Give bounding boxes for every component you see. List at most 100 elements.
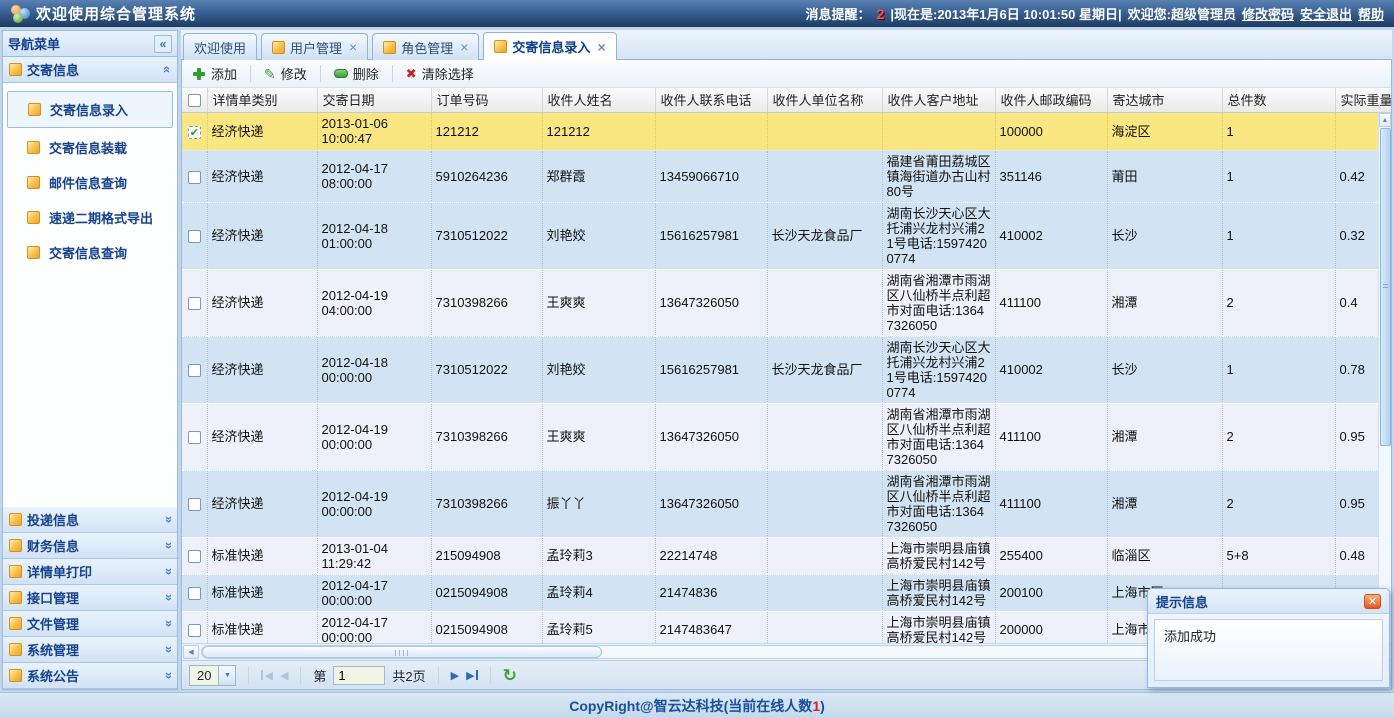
grid-cell: 15616257981 [655,336,767,403]
sidebar-section-waybill-print[interactable]: 详情单打印« [3,559,177,585]
clear-selection-button[interactable]: ✖清除选择 [400,62,480,85]
scroll-up-icon[interactable]: ▲ [1379,113,1391,127]
grid-row[interactable]: 经济快递2012-04-18 01:00:007310512022刘艳姣1561… [182,202,1391,269]
vertical-scrollbar[interactable]: ▲ [1378,113,1391,643]
row-checkbox[interactable] [188,498,201,511]
sidebar-item-shipment-query[interactable]: 交寄信息查询 [3,235,177,270]
select-all-checkbox[interactable] [188,94,201,107]
grid-cell: 刘艳姣 [542,336,655,403]
sidebar-item-label: 交寄信息装载 [49,138,127,157]
grid-cell [182,112,207,150]
scroll-left-icon[interactable]: ◀ [183,645,199,659]
help-link[interactable]: 帮助 [1358,4,1384,23]
data-grid: 详情单类别交寄日期订单号码收件人姓名收件人联系电话收件人单位名称收件人客户地址收… [182,88,1391,643]
grid-row[interactable]: 经济快递2012-04-17 08:00:005910264236郑群霞1345… [182,150,1391,202]
logout-link[interactable]: 安全退出 [1300,4,1352,23]
grid-cell: 孟玲莉5 [542,611,655,643]
sidebar-item-mail-info-query[interactable]: 邮件信息查询 [3,165,177,200]
grid-row[interactable]: 经济快递2012-04-19 04:00:007310398266王爽爽1364… [182,269,1391,336]
grid-header-cell[interactable]: 详情单类别 [207,88,317,112]
tab-user-management[interactable]: 用户管理× [261,33,368,60]
grid-row[interactable]: 经济快递2012-04-18 00:00:007310512022刘艳姣1561… [182,336,1391,403]
vertical-scrollbar-thumb[interactable] [1380,128,1391,446]
page-number-input[interactable] [333,666,385,685]
change-password-link[interactable]: 修改密码 [1242,4,1294,23]
chevron-down-icon[interactable]: « [160,620,175,627]
tab-welcome[interactable]: 欢迎使用 [183,33,257,60]
grid-row[interactable]: 标准快递2013-01-04 11:29:42215094908孟玲莉32221… [182,537,1391,574]
grid-cell: 标准快递 [207,574,317,611]
grid-header-cell[interactable]: 交寄日期 [317,88,431,112]
grid-cell: 孟玲莉3 [542,537,655,574]
grid-cell [655,112,767,150]
grid-header-cell[interactable]: 收件人邮政编码 [995,88,1107,112]
chevron-down-icon[interactable]: « [160,516,175,523]
row-checkbox[interactable] [188,587,201,600]
row-checkbox[interactable] [188,624,201,637]
grid-row[interactable]: 经济快递2012-04-19 00:00:007310398266王爽爽1364… [182,403,1391,470]
delete-button[interactable]: 删除 [328,62,385,85]
add-button[interactable]: 添加 [186,62,243,85]
chevron-down-icon[interactable]: « [160,672,175,679]
message-count-badge[interactable]: 2 [877,6,885,22]
edit-button[interactable]: ✎修改 [258,62,313,85]
sidebar-section-system-mgmt[interactable]: 系统管理« [3,637,177,663]
grid-row[interactable]: 经济快递2013-01-06 10:00:4712121212121210000… [182,112,1391,150]
chevron-down-icon[interactable]: « [160,568,175,575]
popup-header[interactable]: 提示信息 ✕ [1148,589,1389,614]
row-checkbox[interactable] [188,431,201,444]
row-checkbox[interactable] [188,230,201,243]
sidebar-collapse-button[interactable]: « [154,35,172,53]
chevron-down-icon[interactable]: « [160,646,175,653]
sidebar-item-express-phase2-export[interactable]: 速递二期格式导出 [3,200,177,235]
row-checkbox[interactable] [188,550,201,563]
page-prefix-label: 第 [313,666,326,685]
sidebar-section-shipment-info[interactable]: 交寄信息 « [3,57,177,83]
grid-cell: 湖南长沙天心区大托浦兴龙村兴浦21号电话:15974200774 [882,336,995,403]
row-checkbox[interactable] [188,297,201,310]
grid-header-row: 详情单类别交寄日期订单号码收件人姓名收件人联系电话收件人单位名称收件人客户地址收… [182,88,1391,112]
chevron-down-icon[interactable]: ▼ [218,666,235,685]
grid-cell: 7310512022 [431,202,542,269]
tab-close-icon[interactable]: × [597,40,605,54]
tab-close-icon[interactable]: × [349,40,357,54]
chevron-down-icon[interactable]: « [160,594,175,601]
grid-header-cell[interactable]: 实际重量 [1335,88,1391,112]
grid-row[interactable]: 经济快递2012-04-19 00:00:007310398266振丫丫1364… [182,470,1391,537]
sidebar-section-delivery-info[interactable]: 投递信息« [3,507,177,533]
row-checkbox[interactable] [188,126,201,139]
page-size-select[interactable]: 20 ▼ [189,665,236,686]
sidebar-section-system-notice[interactable]: 系统公告« [3,663,177,689]
grid-header-cell[interactable]: 订单号码 [431,88,542,112]
chevron-up-icon[interactable]: « [160,66,175,73]
sidebar-item-shipment-entry[interactable]: 交寄信息录入 [7,91,173,128]
tab-role-management[interactable]: 角色管理× [372,33,479,60]
grid-header-cell[interactable]: 总件数 [1222,88,1335,112]
row-checkbox[interactable] [188,364,201,377]
row-checkbox[interactable] [188,171,201,184]
grid-cell: 标准快递 [207,611,317,643]
next-page-button[interactable]: ▶ [451,669,459,682]
horizontal-scrollbar-thumb[interactable] [202,646,602,658]
grid-header-cell[interactable]: 收件人姓名 [542,88,655,112]
last-page-button[interactable]: ▶ [466,669,477,682]
sidebar-section-interface-mgmt[interactable]: 接口管理« [3,585,177,611]
sidebar-section-finance-info[interactable]: 财务信息« [3,533,177,559]
grid-cell [767,537,882,574]
close-icon[interactable]: ✕ [1364,594,1381,609]
sidebar-item-shipment-load[interactable]: 交寄信息装载 [3,130,177,165]
sidebar-item-label: 邮件信息查询 [49,173,127,192]
grid-header-cell[interactable]: 收件人单位名称 [767,88,882,112]
refresh-icon[interactable]: ↻ [503,667,517,684]
copyright-text: CopyRight@智云达科技(当前在线人数 [569,696,812,716]
grid-cell: 湘潭 [1107,403,1222,470]
chevron-down-icon[interactable]: « [160,542,175,549]
grid-header-cell[interactable]: 收件人联系电话 [655,88,767,112]
first-page-button[interactable]: ◀ [261,669,272,682]
prev-page-button[interactable]: ◀ [280,669,288,682]
sidebar-section-file-mgmt[interactable]: 文件管理« [3,611,177,637]
grid-header-cell[interactable]: 收件人客户地址 [882,88,995,112]
grid-header-cell[interactable]: 寄达城市 [1107,88,1222,112]
tab-close-icon[interactable]: × [460,40,468,54]
tab-shipment-entry[interactable]: 交寄信息录入× [483,32,616,60]
